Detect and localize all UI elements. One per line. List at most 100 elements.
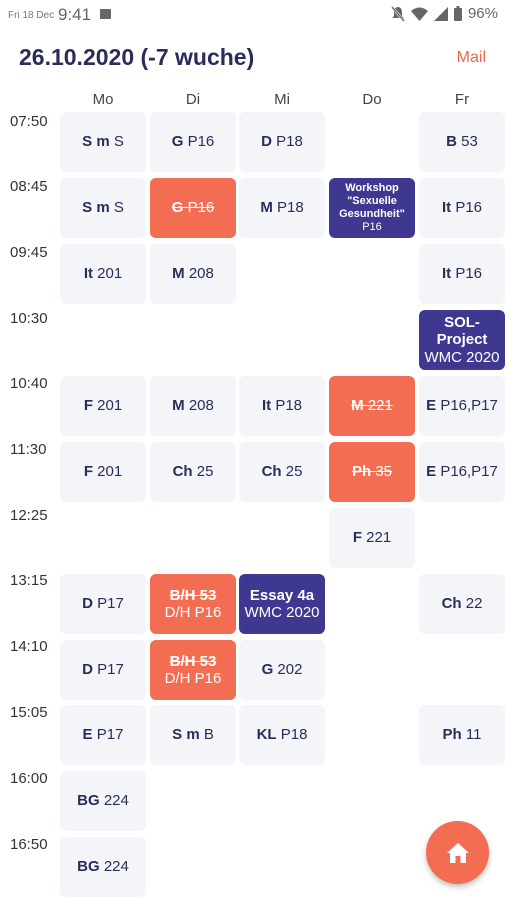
lesson-subject: E (82, 726, 93, 744)
lesson-subject: S m (172, 726, 200, 744)
lesson-cell[interactable]: M 221 (329, 376, 415, 436)
lesson-subject: F (352, 529, 362, 547)
lesson-cell[interactable]: D P17 (60, 640, 146, 700)
lesson-cell[interactable]: S m S (60, 178, 146, 238)
lesson-cell[interactable]: E P16,P17 (419, 376, 505, 436)
lesson-text: Ph 35 (352, 463, 392, 480)
lesson-cell[interactable]: Ph 35 (329, 442, 415, 502)
lesson-cell[interactable]: Essay 4a WMC 2020 (239, 574, 325, 634)
lesson-cell[interactable]: SOL-Project WMC 2020 (419, 310, 505, 370)
lesson-text: F 201 (84, 463, 122, 480)
lesson-line: B/H 53 (169, 586, 217, 604)
lesson-subject: Ch (172, 463, 193, 481)
lesson-cell[interactable]: It P18 (239, 376, 325, 436)
lesson-cell[interactable]: E P17 (60, 705, 146, 765)
lesson-cell[interactable]: S m B (150, 705, 236, 765)
lesson-cell[interactable]: D P18 (239, 112, 325, 172)
lesson-cell[interactable]: F 201 (60, 376, 146, 436)
lesson-subject: B (446, 133, 457, 151)
lesson-line: D/H P16 (164, 670, 222, 687)
day-header: Di (185, 91, 201, 108)
lesson-subject: F (83, 463, 93, 481)
lesson-text: M 221 (351, 397, 393, 414)
lesson-cell[interactable]: G P16 (150, 178, 236, 238)
lesson-text: It P16 (442, 265, 482, 282)
home-icon (446, 842, 469, 863)
lesson-cell[interactable]: S m S (60, 112, 146, 172)
lesson-text: M 208 (172, 397, 214, 414)
lesson-lines: Workshop "Sexuelle Gesundheit" P16 (339, 182, 405, 235)
lesson-subject: It (441, 199, 452, 217)
lesson-room: P16,P17 (440, 463, 498, 481)
lesson-cell[interactable]: Ch 22 (419, 574, 505, 634)
lesson-room: 208 (188, 265, 214, 283)
lesson-subject: G (171, 133, 184, 151)
time-label: 07:50 (10, 113, 48, 130)
lesson-room: 25 (196, 463, 214, 481)
lesson-cell[interactable]: Ph 11 (419, 705, 505, 765)
lesson-room: S (113, 133, 124, 151)
lesson-cell[interactable]: B/H 53 D/H P16 (150, 640, 236, 700)
lesson-cell[interactable]: Ch 25 (239, 442, 325, 502)
lesson-cell[interactable]: It 201 (60, 244, 146, 304)
lesson-cell[interactable]: F 201 (60, 442, 146, 502)
lesson-text: B 53 (446, 133, 478, 150)
lesson-subject: M (172, 265, 185, 283)
lesson-room: P17 (96, 726, 124, 744)
lesson-cell[interactable]: M P18 (239, 178, 325, 238)
lesson-cell[interactable]: M 208 (150, 376, 236, 436)
lesson-text: F 201 (84, 397, 122, 414)
lesson-line: SOL-Project (436, 314, 488, 349)
lesson-cell[interactable]: D P17 (60, 574, 146, 634)
lesson-line: Essay 4a (249, 586, 315, 604)
mail-link[interactable]: Mail (457, 49, 486, 67)
lesson-subject: Ph (351, 463, 372, 481)
lesson-cell[interactable]: It P16 (419, 178, 505, 238)
home-button[interactable] (426, 821, 489, 884)
lesson-cell[interactable]: Ch 25 (150, 442, 236, 502)
lesson-cell[interactable]: M 208 (150, 244, 236, 304)
lesson-text: It 201 (84, 265, 122, 282)
lesson-cell[interactable]: B/H 53 D/H P16 (150, 574, 236, 634)
status-time: 9:41 (58, 5, 92, 24)
lesson-cell[interactable]: B 53 (419, 112, 505, 172)
time-label: 08:45 (10, 178, 48, 195)
time-label: 12:25 (10, 507, 48, 524)
lesson-subject: Ph (442, 726, 462, 744)
time-label: 13:15 (10, 572, 48, 589)
lesson-cell[interactable]: BG 224 (60, 837, 146, 897)
lesson-line: B/H 53 (169, 652, 217, 670)
lesson-cell[interactable]: Workshop "Sexuelle Gesundheit" P16 (329, 178, 415, 238)
lesson-cell[interactable]: G 202 (239, 640, 325, 700)
lesson-text: M P18 (260, 199, 303, 216)
notifications-off-icon (391, 5, 405, 22)
lesson-cell[interactable]: E P16,P17 (419, 442, 505, 502)
lesson-text: BG 224 (77, 858, 129, 875)
lesson-room: P16,P17 (440, 397, 498, 415)
time-label: 10:40 (10, 375, 48, 392)
lesson-cell[interactable]: It P16 (419, 244, 505, 304)
lesson-room: 201 (97, 397, 123, 415)
battery-icon (453, 6, 462, 21)
battery-level: 96% (467, 5, 498, 22)
lesson-room: 221 (366, 529, 392, 547)
status-bar: Fri 18 Dec 9:41 96% (0, 0, 506, 30)
lesson-cell[interactable]: BG 224 (60, 771, 146, 831)
page-title: 26.10.2020 (-7 wuche) (19, 44, 255, 70)
day-header: Do (362, 91, 382, 108)
lesson-room: 25 (285, 463, 303, 481)
lesson-subject: It (261, 397, 272, 415)
lesson-line: Workshop (345, 181, 399, 194)
lesson-text: E P16,P17 (426, 397, 498, 414)
status-icons: 96% (391, 5, 498, 22)
time-label: 16:00 (10, 770, 48, 787)
time-label: 16:50 (10, 836, 48, 853)
lesson-room: P18 (275, 397, 303, 415)
lesson-cell[interactable]: KL P18 (239, 705, 325, 765)
lesson-subject: E (426, 463, 437, 481)
lesson-cell[interactable]: G P16 (150, 112, 236, 172)
lesson-subject: It (441, 265, 452, 283)
lesson-subject: S m (82, 199, 110, 217)
lesson-line: P16 (362, 221, 382, 234)
lesson-cell[interactable]: F 221 (329, 508, 415, 568)
